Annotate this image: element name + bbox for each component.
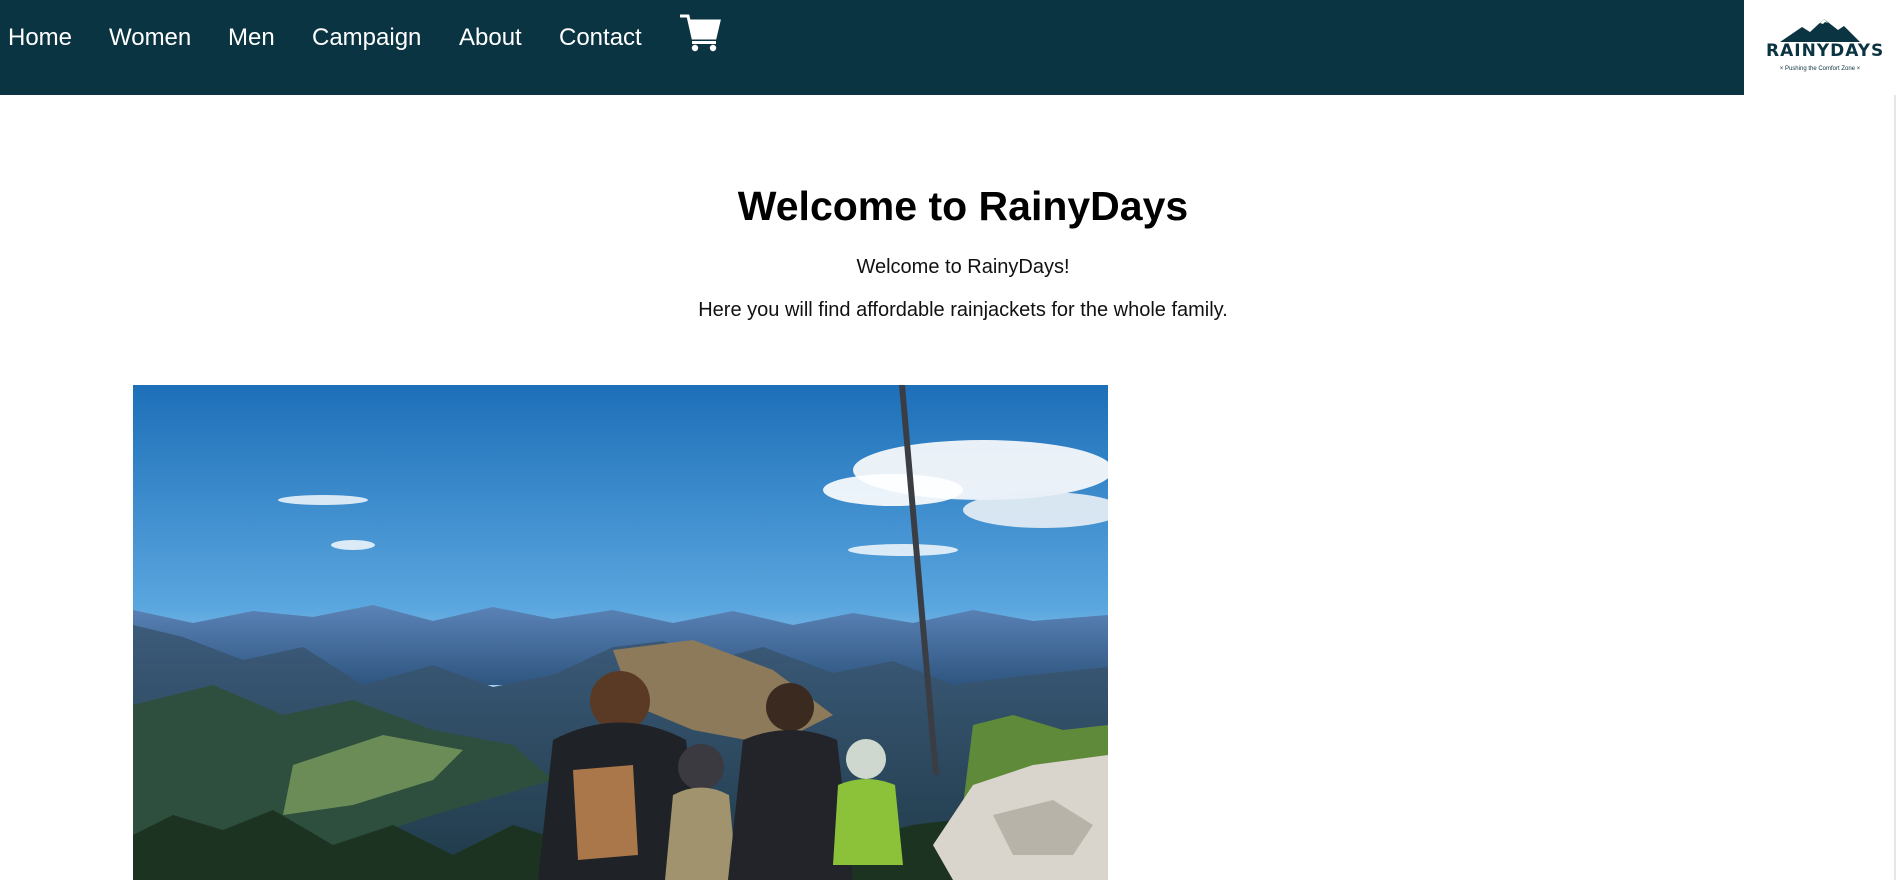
hero-image [133,385,1108,880]
header: Home Women Men Campaign About Contact RA… [0,0,1896,95]
nav-link-contact[interactable]: Contact [559,23,642,53]
nav-link-campaign[interactable]: Campaign [312,23,421,53]
description-paragraph: Here you will find affordable rainjacket… [698,299,1228,321]
main-navigation: Home Women Men Campaign About Contact [0,0,1744,95]
nav-link-about[interactable]: About [459,23,522,53]
page-title: Welcome to RainyDays [737,183,1189,229]
mountain-icon [1780,19,1860,42]
intro-paragraph: Welcome to RainyDays! [856,256,1070,278]
shopping-cart-icon[interactable] [679,12,721,52]
rainydays-logo[interactable]: RAINYDAYS × Pushing the Comfort Zone × [1766,17,1885,79]
nav-link-women[interactable]: Women [109,23,191,53]
logo-tagline: × Pushing the Comfort Zone × [1779,66,1861,72]
nav-link-men[interactable]: Men [228,23,275,53]
nav-link-home[interactable]: Home [8,23,72,53]
logo-wordmark: RAINYDAYS [1766,41,1885,61]
